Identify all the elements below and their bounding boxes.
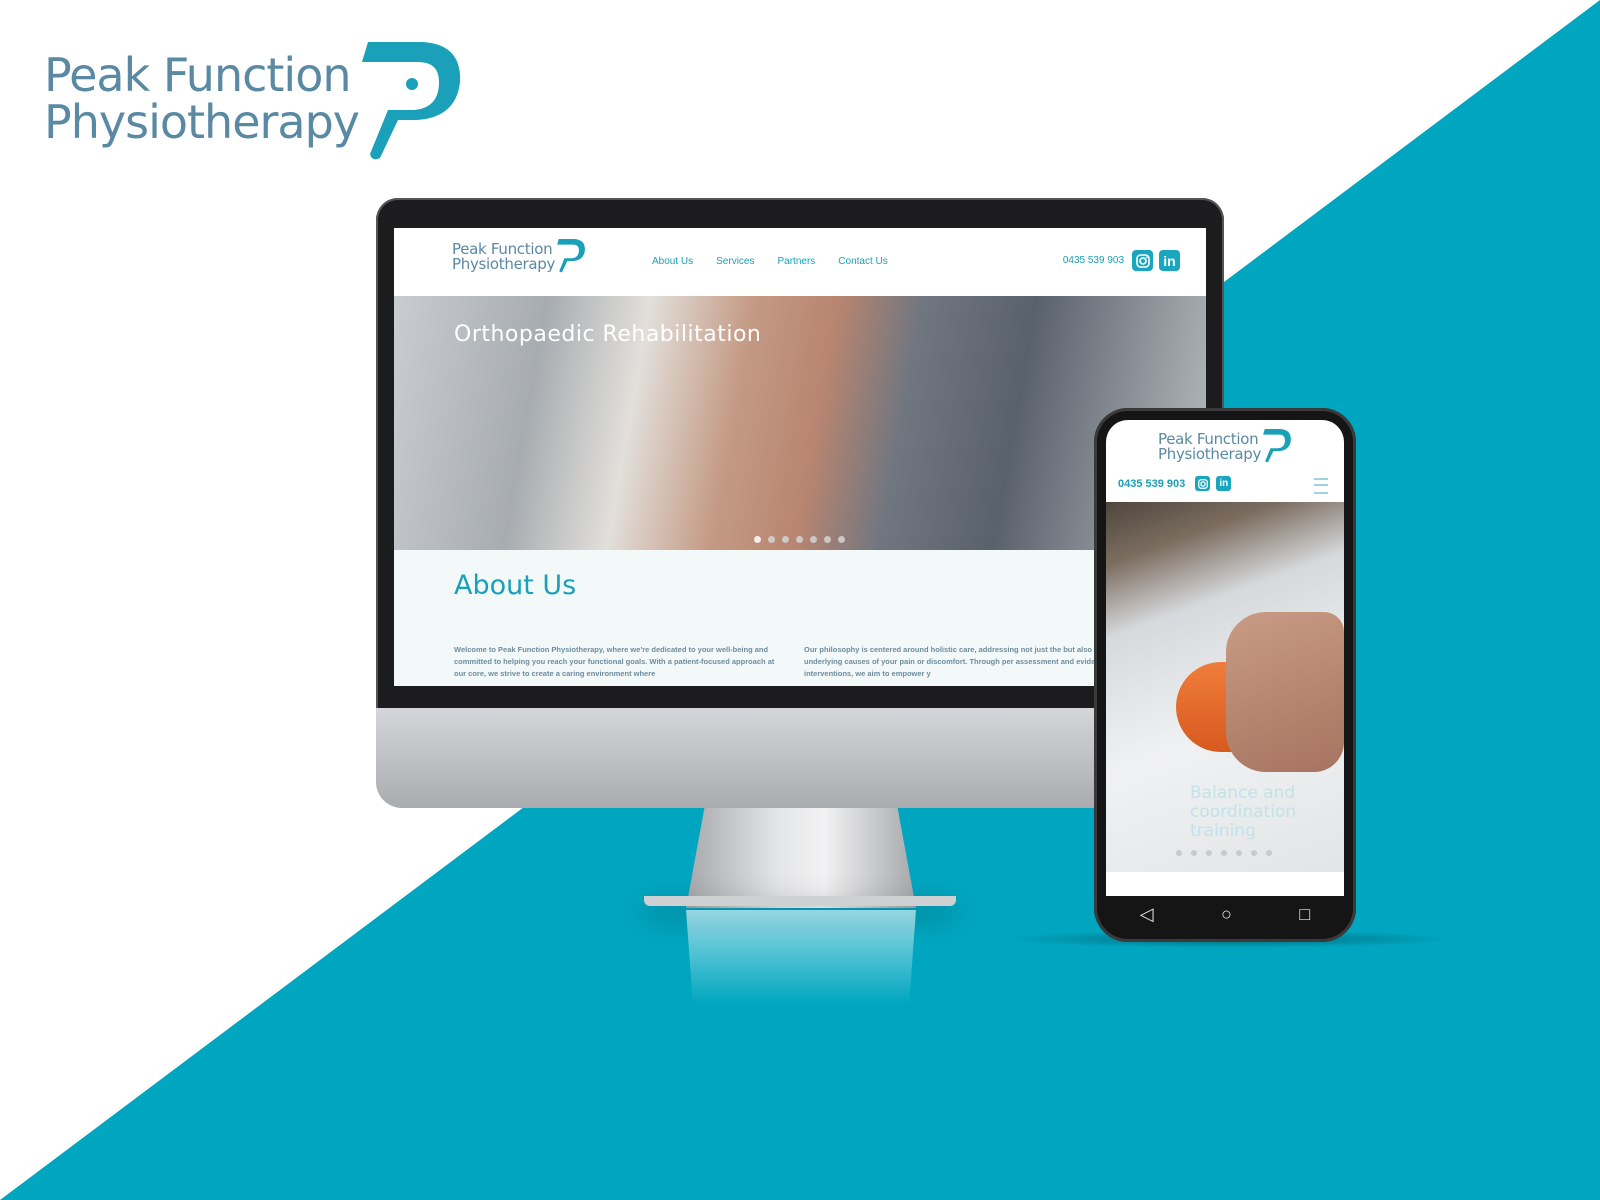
- linkedin-icon[interactable]: in: [1159, 250, 1180, 271]
- hero-slider: Orthopaedic Rehabilitation: [394, 296, 1206, 550]
- slider-dot[interactable]: [1221, 850, 1227, 856]
- brand-wordmark: Peak Function Physiotherapy: [44, 48, 360, 149]
- hero-image-hand: [1226, 612, 1344, 772]
- mobile-logo-line-2: Physiotherapy: [1158, 445, 1262, 463]
- slider-dots: [754, 536, 845, 543]
- brand-line-2: Physiotherapy: [44, 95, 360, 149]
- slider-dot[interactable]: [782, 536, 789, 543]
- mobile-hero-title-line-2: coordination: [1190, 802, 1297, 822]
- mobile-screen: Peak Function Physiotherapy 0435 539 903…: [1106, 420, 1344, 896]
- slider-dot[interactable]: [1251, 850, 1257, 856]
- mobile-phone-number[interactable]: 0435 539 903: [1118, 478, 1185, 490]
- monitor-stand-base: [644, 896, 956, 906]
- slider-dot[interactable]: [768, 536, 775, 543]
- slider-dot[interactable]: [1206, 850, 1212, 856]
- about-paragraph-2: Our philosophy is centered around holist…: [804, 645, 1133, 678]
- instagram-icon[interactable]: [1132, 250, 1153, 271]
- recents-icon[interactable]: □: [1299, 904, 1310, 925]
- mobile-hero-title: Balance and coordination training: [1190, 784, 1330, 841]
- home-icon[interactable]: ○: [1221, 904, 1232, 925]
- slider-dot[interactable]: [796, 536, 803, 543]
- mobile-site-logo[interactable]: Peak Function Physiotherapy: [1158, 429, 1291, 463]
- slider-dot[interactable]: [810, 536, 817, 543]
- mobile-contact-row: 0435 539 903 in: [1118, 476, 1232, 491]
- nav-contact-us[interactable]: Contact Us: [838, 256, 887, 267]
- desktop-screen: Peak Function Physiotherapy About Us Ser…: [394, 228, 1206, 686]
- slider-dot[interactable]: [754, 536, 761, 543]
- header-contact: 0435 539 903 in: [1063, 250, 1180, 271]
- nav-services[interactable]: Services: [716, 256, 754, 267]
- mobile-hero-slider: Balance and coordination training: [1106, 502, 1344, 872]
- slider-dot[interactable]: [838, 536, 845, 543]
- instagram-icon[interactable]: [1195, 476, 1211, 491]
- back-icon[interactable]: ◁: [1140, 904, 1154, 925]
- header-phone-number[interactable]: 0435 539 903: [1063, 255, 1124, 266]
- slider-dot[interactable]: [1191, 850, 1197, 856]
- monitor-stand: [686, 808, 916, 908]
- about-section: About Us Welcome to Peak Function Physio…: [394, 550, 1206, 686]
- site-logo-line-2: Physiotherapy: [452, 255, 556, 273]
- nav-about-us[interactable]: About Us: [652, 256, 693, 267]
- about-heading: About Us: [454, 570, 577, 601]
- nav-partners[interactable]: Partners: [778, 256, 816, 267]
- hamburger-menu-icon[interactable]: [1314, 478, 1328, 494]
- slider-dot[interactable]: [1236, 850, 1242, 856]
- site-logo[interactable]: Peak Function Physiotherapy: [452, 239, 585, 273]
- brand-p-mark-icon: [362, 42, 461, 160]
- mobile-logo-p-icon: [1263, 429, 1291, 463]
- brand-logo: Peak Function Physiotherapy: [44, 42, 464, 164]
- site-logo-p-icon: [557, 239, 585, 273]
- mobile-slider-dots: [1176, 850, 1272, 856]
- slider-dot[interactable]: [1176, 850, 1182, 856]
- android-nav-bar: ◁ ○ □: [1106, 898, 1344, 930]
- hero-title: Orthopaedic Rehabilitation: [454, 322, 762, 347]
- mobile-hero-title-line-1: Balance and: [1190, 783, 1296, 803]
- brand-line-1: Peak Function: [44, 48, 352, 102]
- site-header: Peak Function Physiotherapy About Us Ser…: [394, 228, 1206, 296]
- slider-dot[interactable]: [824, 536, 831, 543]
- linkedin-icon[interactable]: in: [1216, 476, 1232, 491]
- monitor-stand-reflection: [686, 910, 916, 1004]
- main-nav: About Us Services Partners Contact Us: [652, 256, 888, 267]
- slider-dot[interactable]: [1266, 850, 1272, 856]
- mobile-hero-title-line-3: training: [1190, 821, 1256, 841]
- about-paragraph-1: Welcome to Peak Function Physiotherapy, …: [454, 645, 775, 678]
